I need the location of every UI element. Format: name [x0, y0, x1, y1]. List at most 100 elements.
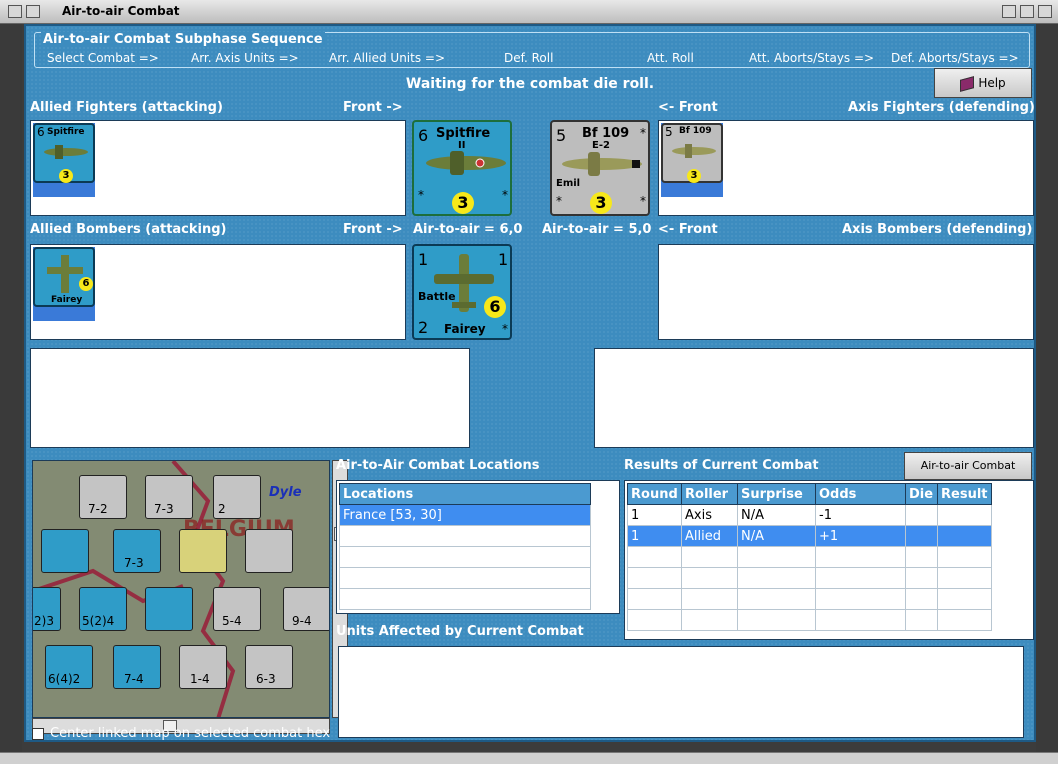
map-counter[interactable]: 6(4)2 — [45, 645, 93, 689]
counter-value: 2 — [218, 502, 226, 516]
combat-panel: Air-to-air Combat Subphase Sequence Sele… — [24, 24, 1036, 742]
star-left: * — [418, 188, 424, 202]
affected-title: Units Affected by Current Combat — [336, 624, 584, 639]
map-counter[interactable] — [245, 529, 293, 573]
range-badge: 3 — [590, 192, 612, 214]
result-cell — [737, 588, 816, 610]
results-title: Results of Current Combat — [624, 458, 819, 473]
result-row[interactable] — [627, 609, 992, 631]
axis-fighters-box[interactable]: 5 Bf 109 3 — [658, 120, 1034, 216]
location-row[interactable] — [339, 567, 591, 589]
step-att-aborts: Att. Aborts/Stays => — [749, 51, 875, 65]
allied-fighters-box[interactable]: 6 Spitfire 3 — [30, 120, 406, 216]
location-cell — [339, 546, 591, 568]
axis-bombers-box[interactable] — [658, 244, 1034, 340]
subphase-sequence: Air-to-air Combat Subphase Sequence Sele… — [34, 32, 1030, 68]
star-right: * — [502, 188, 508, 202]
maximize-icon[interactable] — [1020, 5, 1034, 18]
result-cell: +1 — [815, 525, 906, 547]
result-cell — [937, 525, 992, 547]
result-cell — [937, 588, 992, 610]
allied-fighters-label: Allied Fighters (attacking) — [30, 100, 223, 115]
col-round: Round — [627, 483, 682, 505]
affected-units-box[interactable] — [338, 646, 1024, 738]
unit-name: Battle — [418, 290, 456, 303]
map-counter[interactable]: 7-2 — [79, 475, 127, 519]
location-row[interactable] — [339, 525, 591, 547]
map-counter[interactable] — [145, 587, 193, 631]
map-counter[interactable]: 7-4 — [113, 645, 161, 689]
location-cell — [339, 588, 591, 610]
col-odds: Odds — [815, 483, 906, 505]
result-row[interactable]: 1 Allied N/A +1 — [627, 525, 992, 547]
range-badge: 6 — [79, 277, 93, 291]
result-row[interactable] — [627, 588, 992, 610]
map-counter[interactable]: 7-3 — [145, 475, 193, 519]
result-cell — [905, 609, 938, 631]
fairey-battle-counter[interactable]: 1 1 Battle 6 2 Fairey * — [412, 244, 512, 340]
minimize-icon[interactable] — [1002, 5, 1016, 18]
air-combat-chart-button[interactable]: Air-to-air Combat Chart — [904, 452, 1032, 498]
front-right-label: Front -> — [343, 100, 403, 115]
shade-icon[interactable] — [26, 5, 40, 18]
result-cell: N/A — [737, 504, 816, 526]
results-panel: Round Roller Surprise Odds Die Result 1A… — [624, 480, 1034, 640]
location-row[interactable] — [339, 588, 591, 610]
spitfire-counter-small[interactable]: 6 Spitfire 3 — [33, 123, 95, 183]
window: Air-to-air Combat Air-to-air Combat Subp… — [0, 0, 1058, 764]
result-cell — [737, 546, 816, 568]
counter-value: 9-4 — [292, 614, 312, 628]
result-cell — [681, 567, 738, 589]
step-def-roll: Def. Roll — [504, 51, 554, 65]
counter-value: 7-4 — [124, 672, 144, 686]
result-row[interactable] — [627, 567, 992, 589]
map-counter[interactable]: 5(2)4 — [79, 587, 127, 631]
map-counter[interactable]: 1-4 — [179, 645, 227, 689]
result-cell — [815, 567, 906, 589]
spitfire-counter[interactable]: 6 Spitfire II * * 3 — [412, 120, 512, 216]
result-row[interactable]: 1 Axis N/A -1 — [627, 504, 992, 526]
result-cell — [937, 546, 992, 568]
result-cell — [905, 588, 938, 610]
counter-value: 5-4 — [222, 614, 242, 628]
map-counter[interactable] — [41, 529, 89, 573]
fairey-counter-small[interactable]: 6 Fairey — [33, 247, 95, 307]
location-row[interactable]: France [53, 30] — [339, 504, 591, 526]
map-counter[interactable]: 5-4 — [213, 587, 261, 631]
window-menu-icon[interactable] — [8, 5, 22, 18]
bf109-counter[interactable]: 5 Bf 109 E-2 * Emil * * 3 — [550, 120, 650, 216]
map-counter[interactable]: 2 — [213, 475, 261, 519]
range-badge: 3 — [687, 169, 701, 183]
allied-reserve-box[interactable] — [30, 348, 470, 448]
counter-value: 7-3 — [154, 502, 174, 516]
map-counter[interactable] — [179, 529, 227, 573]
bf109-counter-small[interactable]: 5 Bf 109 3 — [661, 123, 723, 183]
map-counter[interactable]: 2)3 — [33, 587, 61, 631]
location-cell — [339, 525, 591, 547]
star-left: * — [556, 194, 562, 208]
center-map-checkbox[interactable] — [32, 728, 44, 740]
map-counter[interactable]: 6-3 — [245, 645, 293, 689]
allied-bombers-box[interactable]: 6 Fairey — [30, 244, 406, 340]
map-counter[interactable]: 9-4 — [283, 587, 329, 631]
result-cell: 1 — [627, 504, 682, 526]
allied-air-to-air: Air-to-air = 6,0 — [413, 222, 523, 237]
locations-list[interactable]: Locations France [53, 30] — [336, 480, 620, 614]
result-cell — [905, 567, 938, 589]
result-row[interactable] — [627, 546, 992, 568]
map-counter[interactable]: 7-3 — [113, 529, 161, 573]
axis-reserve-box[interactable] — [594, 348, 1034, 448]
result-cell — [627, 588, 682, 610]
unit-value-left: 1 — [418, 250, 429, 269]
result-cell — [905, 546, 938, 568]
close-icon[interactable] — [1038, 5, 1052, 18]
counter-value: 7-3 — [124, 556, 144, 570]
step-arr-axis: Arr. Axis Units => — [191, 51, 299, 65]
unit-value: 6 — [37, 125, 45, 139]
result-cell: Axis — [681, 504, 738, 526]
help-button[interactable]: Help — [934, 68, 1032, 98]
step-def-aborts: Def. Aborts/Stays => — [891, 51, 1019, 65]
linked-map[interactable]: Dyle BELGIUM 7-2 7-3 2 7-3 5(2)4 5-4 9-4… — [32, 460, 330, 718]
result-cell — [905, 525, 938, 547]
location-row[interactable] — [339, 546, 591, 568]
